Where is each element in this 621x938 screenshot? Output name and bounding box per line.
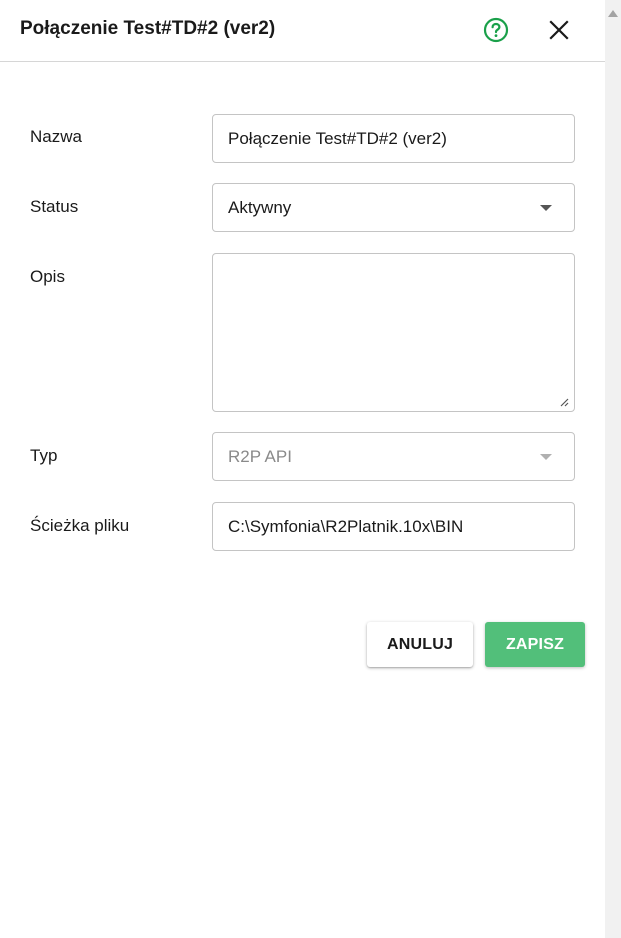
type-select: R2P API — [212, 432, 575, 481]
name-input[interactable]: Połączenie Test#TD#2 (ver2) — [212, 114, 575, 163]
status-select[interactable]: Aktywny — [212, 183, 575, 232]
type-select-value: R2P API — [228, 447, 292, 466]
help-button[interactable] — [483, 17, 509, 43]
connection-dialog: Połączenie Test#TD#2 (ver2) Nazwa Połącz… — [0, 0, 605, 938]
name-label: Nazwa — [30, 127, 82, 146]
close-icon — [549, 20, 569, 40]
name-input-value: Połączenie Test#TD#2 (ver2) — [228, 129, 447, 148]
save-button[interactable]: ZAPISZ — [485, 622, 585, 667]
dialog-title: Połączenie Test#TD#2 (ver2) — [20, 18, 276, 39]
scroll-up-arrow-icon[interactable] — [608, 10, 618, 17]
chevron-down-icon — [540, 454, 552, 460]
file-path-input-value: C:\Symfonia\R2Platnik.10x\BIN — [228, 517, 464, 536]
type-label: Typ — [30, 446, 58, 465]
description-label: Opis — [30, 267, 65, 286]
status-label: Status — [30, 197, 79, 216]
status-select-value: Aktywny — [228, 198, 292, 217]
dialog-header: Połączenie Test#TD#2 (ver2) — [0, 0, 605, 62]
file-path-label: Ścieżka pliku — [30, 516, 130, 535]
file-path-input[interactable]: C:\Symfonia\R2Platnik.10x\BIN — [212, 502, 575, 551]
cancel-button[interactable]: ANULUJ — [367, 622, 473, 667]
help-circle-icon — [483, 17, 509, 43]
resize-handle-icon[interactable] — [559, 397, 569, 407]
chevron-down-icon — [540, 205, 552, 211]
scrollbar[interactable] — [605, 0, 621, 938]
close-button[interactable] — [546, 17, 572, 43]
description-textarea[interactable] — [212, 253, 575, 412]
